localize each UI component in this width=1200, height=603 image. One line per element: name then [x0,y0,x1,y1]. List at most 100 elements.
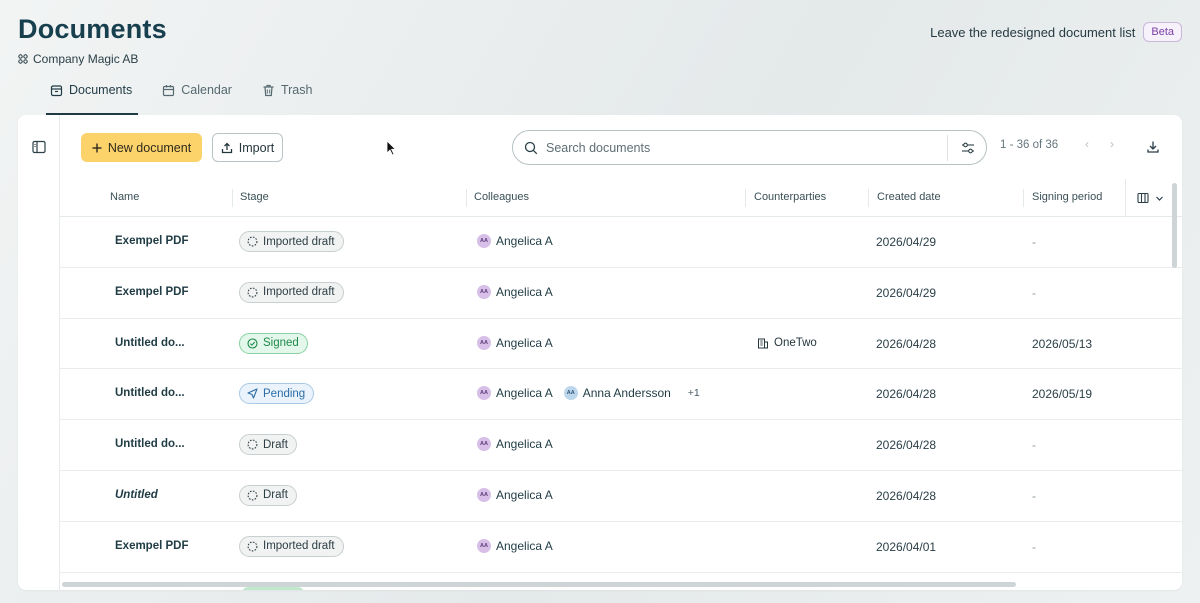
upload-icon [221,142,232,153]
table-row[interactable]: Untitled Draft AA Angelica A 2026/04/28 - [60,471,1182,522]
colleague-name: Angelica A [496,538,553,553]
leave-redesign-link[interactable]: Leave the redesigned document list [930,25,1135,40]
new-document-button[interactable]: New document [81,133,202,162]
company-name: Company Magic AB [33,52,139,66]
avatar: AA [563,386,578,401]
search-icon [524,141,538,154]
signing-period: - [1032,488,1036,503]
stage-label: Draft [263,489,288,502]
check-circle-icon [247,338,258,349]
signing-period: 2026/05/13 [1032,336,1093,351]
table-row[interactable]: Exempel PDF Imported draft AA Angelica A 202… [60,522,1182,573]
filter-icon[interactable] [961,141,975,155]
avatar: AA [477,234,491,248]
document-name[interactable]: Exempel PDF [115,540,189,552]
sidebar-toggle-icon[interactable] [32,140,46,154]
toolbar: New document Import 1 - 36 of 36 ‹ › [60,115,1182,179]
stage-badge: Draft [239,484,297,506]
table-row[interactable]: Exempel PDF Imported draft AA Angelica A 202… [60,268,1182,319]
column-divider [232,189,233,207]
colleagues-cell: AA Angelica A [477,437,559,452]
avatar: AA [477,487,491,502]
colleagues-cell: AA Angelica A [477,487,559,502]
avatar: AA [477,437,491,452]
chevron-right-icon[interactable]: › [1110,137,1114,151]
created-date: 2026/04/28 [876,488,937,503]
colleague-name: Angelica A [496,284,553,299]
table-row[interactable]: Untitled do... Signed AA Angelica A OneTwo 20… [60,319,1182,370]
table-header: Name Stage Colleagues Counterparties Cre… [60,179,1182,217]
dashed-circle-icon [247,490,258,501]
document-name[interactable]: Exempel PDF [115,235,189,247]
folder-icon [50,84,63,96]
calendar-icon [163,84,175,96]
created-date: 2026/04/28 [876,387,937,402]
pagination-status: 1 - 36 of 36 [1000,139,1059,151]
column-header-name[interactable]: Name [110,191,139,203]
page-title: Documents [18,14,167,44]
document-name[interactable]: Untitled do... [115,438,185,450]
horizontal-scrollbar[interactable] [62,582,1016,587]
stage-label: Imported draft [263,235,335,248]
dashed-circle-icon [247,439,258,450]
tab-trash[interactable]: Trash [258,74,317,106]
colleague-name: Angelica A [496,437,553,452]
created-date: 2026/04/01 [876,539,937,554]
created-date: 2026/04/28 [876,336,937,351]
stage-badge: Signed [239,332,308,354]
column-settings-button[interactable] [1125,179,1175,217]
column-divider [868,189,869,207]
search-divider [947,135,948,161]
import-button[interactable]: Import [212,133,283,162]
document-name[interactable]: Untitled [115,489,158,501]
signing-period: - [1032,285,1036,300]
dashed-circle-icon [247,287,258,298]
next-row-stage-peek [242,587,304,590]
tab-label: Trash [280,83,313,97]
more-colleagues-count[interactable]: +1 [688,387,700,399]
column-divider [466,189,467,207]
chevron-down-icon [1156,196,1163,201]
tab-documents[interactable]: Documents [46,74,139,115]
table-row[interactable]: Exempel PDF Imported draft AA Angelica A 202… [60,217,1182,268]
created-date: 2026/04/28 [876,438,937,453]
column-header-stage[interactable]: Stage [240,191,269,203]
table-row[interactable]: Untitled do... Pending AA Angelica A AA Anna … [60,369,1182,421]
column-header-signing-period[interactable]: Signing period [1032,191,1102,203]
tab-calendar[interactable]: Calendar [158,74,236,106]
download-icon[interactable] [1146,140,1160,154]
created-date: 2026/04/29 [876,285,937,300]
colleagues-cell: AA Angelica A [477,284,559,299]
document-name[interactable]: Exempel PDF [115,286,189,298]
documents-table: Name Stage Colleagues Counterparties Cre… [60,179,1182,573]
stage-label: Signed [263,337,299,350]
stage-badge: Pending [239,383,315,405]
chevron-left-icon[interactable]: ‹ [1085,137,1089,151]
documents-panel: New document Import 1 - 36 of 36 ‹ › Nam… [18,115,1182,590]
stage-label: Draft [263,438,288,451]
document-name[interactable]: Untitled do... [115,337,185,349]
column-header-colleagues[interactable]: Colleagues [474,191,529,203]
counterparty-name: OneTwo [774,336,817,349]
table-row[interactable]: Untitled do... Draft AA Angelica A 2026/04/2… [60,420,1182,471]
send-icon [247,388,258,399]
column-divider [745,189,746,207]
stage-label: Pending [263,387,306,400]
search-input[interactable] [546,140,936,155]
vertical-scrollbar[interactable] [1172,183,1177,268]
columns-icon [1137,192,1149,204]
document-name[interactable]: Untitled do... [115,387,185,399]
avatar: AA [477,538,491,553]
colleague-name: Anna Andersson [582,386,671,401]
avatar: AA [477,284,491,299]
building-icon [758,338,768,349]
search-box [512,130,987,165]
column-header-counterparties[interactable]: Counterparties [754,191,826,203]
plus-icon [92,143,102,152]
stage-badge: Imported draft [239,535,344,557]
column-divider [1023,189,1024,207]
company-icon [18,54,28,64]
import-label: Import [238,140,275,155]
column-header-created-date[interactable]: Created date [877,191,941,203]
tab-label: Calendar [181,83,232,97]
